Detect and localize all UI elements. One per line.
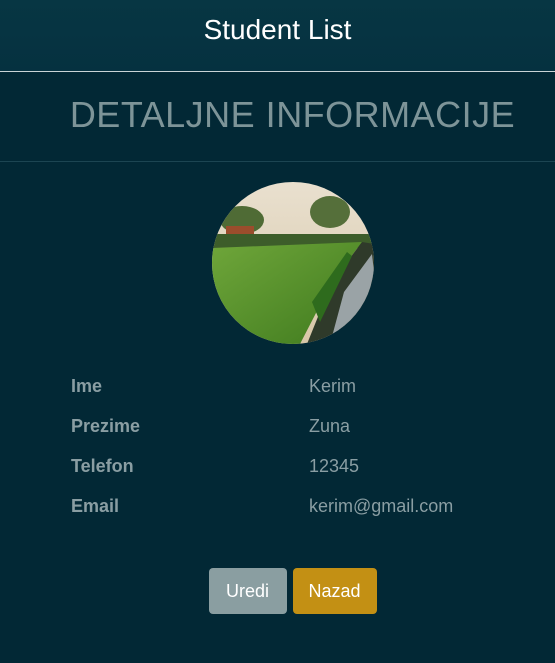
section-header: DETALJNE INFORMACIJE [0, 72, 555, 162]
edit-button[interactable]: Uredi [208, 568, 287, 614]
detail-row-prezime: Prezime Zuna [0, 406, 555, 446]
detail-row-ime: Ime Kerim [0, 366, 555, 406]
detail-row-telefon: Telefon 12345 [0, 446, 555, 486]
detail-label: Email [71, 495, 120, 516]
student-details: Ime Kerim Prezime Zuna Telefon 12345 Ema… [0, 366, 555, 526]
back-button[interactable]: Nazad [292, 568, 377, 614]
action-buttons: Uredi Nazad [15, 568, 555, 614]
student-avatar [211, 182, 374, 344]
detail-value: Kerim [309, 375, 357, 396]
app-title[interactable]: Student List [204, 14, 352, 46]
page-title: DETALJNE INFORMACIJE [69, 93, 516, 135]
student-photo [211, 182, 374, 344]
detail-value: 12345 [309, 455, 360, 476]
detail-value: Zuna [309, 415, 351, 436]
top-navbar: Student List [0, 0, 555, 72]
avatar-container [0, 182, 555, 344]
detail-label: Prezime [71, 415, 141, 436]
detail-label: Telefon [71, 455, 134, 476]
detail-label: Ime [71, 375, 103, 396]
detail-row-email: Email kerim@gmail.com [0, 486, 555, 526]
detail-value: kerim@gmail.com [309, 495, 454, 516]
